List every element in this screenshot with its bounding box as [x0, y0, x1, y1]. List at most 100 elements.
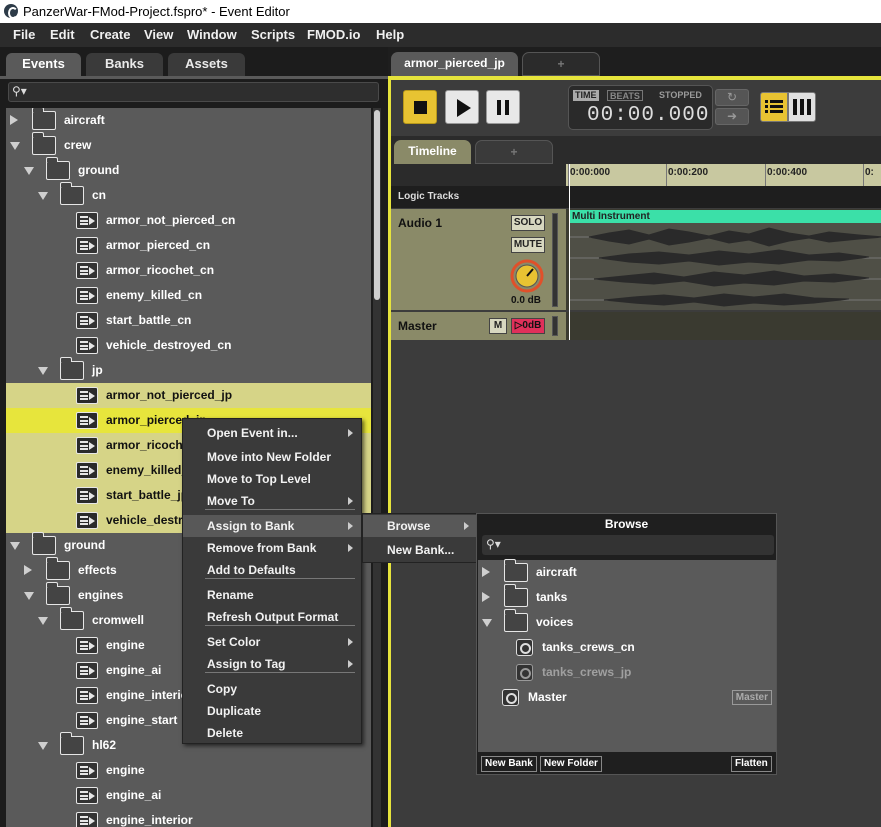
loop-button[interactable]: ↻	[715, 89, 749, 106]
play-button[interactable]	[445, 90, 479, 124]
tree-scrollbar[interactable]	[373, 108, 381, 827]
collapse-arrow-icon[interactable]	[38, 742, 48, 750]
menu-window[interactable]: Window	[187, 27, 237, 42]
context-menu-item[interactable]: Move into New Folder	[183, 446, 361, 468]
context-menu-item[interactable]: Add to Defaults	[183, 559, 361, 581]
collapse-arrow-icon[interactable]	[38, 617, 48, 625]
bank-item[interactable]: tanks_crews_jp	[478, 660, 776, 685]
tree-folder[interactable]: aircraft	[6, 108, 371, 133]
bank-list[interactable]: aircraft tanks voices tanks_crews_cn tanks_c…	[478, 559, 776, 752]
pause-button[interactable]	[486, 90, 520, 124]
tree-item-label: engine	[106, 638, 145, 652]
collapse-arrow-icon[interactable]	[10, 542, 20, 550]
tree-folder[interactable]: cn	[6, 182, 371, 208]
collapse-arrow-icon[interactable]	[24, 592, 34, 600]
menu-item-label: Rename	[207, 588, 254, 602]
audio-track-header[interactable]: Audio 1 SOLO MUTE 0.0 dB	[391, 209, 566, 310]
master-volume-chip[interactable]: ▷0dB	[511, 318, 545, 334]
expand-arrow-icon[interactable]	[10, 115, 18, 125]
timeline-ruler[interactable]: 0:00:000 0:00:200 0:00:400 0:	[566, 164, 881, 186]
tree-item-label: vehicle_destroyed_cn	[106, 338, 232, 352]
grid-view-icon[interactable]	[788, 92, 816, 122]
menu-edit[interactable]: Edit	[50, 27, 75, 42]
time-mode-chip[interactable]: TIME	[573, 90, 599, 101]
solo-button[interactable]: SOLO	[511, 215, 545, 231]
new-parameter-tab-button[interactable]: +	[475, 140, 553, 164]
context-menu-item[interactable]: Move to Top Level	[183, 468, 361, 490]
tree-event[interactable]: armor_not_pierced_jp	[6, 383, 371, 408]
volume-knob[interactable]	[509, 259, 545, 293]
master-mute-button[interactable]: M	[489, 318, 507, 334]
playhead[interactable]	[569, 164, 570, 340]
tab-banks[interactable]: Banks	[86, 53, 163, 76]
stop-button[interactable]	[403, 90, 437, 124]
new-event-tab-button[interactable]: +	[522, 52, 600, 76]
bank-folder[interactable]: voices	[478, 609, 776, 635]
tree-folder[interactable]: crew	[6, 132, 371, 158]
tree-event[interactable]: engine_ai	[6, 783, 371, 808]
tree-item-label: armor_pierced_cn	[106, 238, 211, 252]
bank-folder[interactable]: aircraft	[478, 559, 776, 585]
bank-search-input[interactable]: ⚲▾	[482, 535, 774, 555]
collapse-arrow-icon[interactable]	[24, 167, 34, 175]
tree-folder[interactable]: ground	[6, 157, 371, 183]
menu-scripts[interactable]: Scripts	[251, 27, 295, 42]
collapse-arrow-icon[interactable]	[38, 192, 48, 200]
expand-arrow-icon[interactable]	[482, 592, 490, 602]
beats-mode-chip[interactable]: BEATS	[607, 90, 643, 101]
collapse-arrow-icon[interactable]	[10, 142, 20, 150]
context-menu-item[interactable]: Open Event in...	[183, 422, 361, 444]
mute-button[interactable]: MUTE	[511, 237, 545, 253]
context-menu-item[interactable]: Refresh Output Format	[183, 606, 361, 628]
follow-button[interactable]: ➜	[715, 108, 749, 125]
tree-event[interactable]: armor_not_pierced_cn	[6, 208, 371, 233]
menu-help[interactable]: Help	[376, 27, 404, 42]
tree-event[interactable]: vehicle_destroyed_cn	[6, 333, 371, 358]
context-menu-item[interactable]: Assign to Bank	[183, 515, 361, 537]
tree-event[interactable]: engine_interior	[6, 808, 371, 827]
master-track-header[interactable]: Master M ▷0dB	[391, 312, 566, 340]
bank-item[interactable]: tanks_crews_cn	[478, 635, 776, 660]
context-menu-item[interactable]: Remove from Bank	[183, 537, 361, 559]
tab-events[interactable]: Events	[6, 53, 81, 76]
tab-assets[interactable]: Assets	[168, 53, 245, 76]
collapse-arrow-icon[interactable]	[482, 619, 492, 627]
master-track-lane[interactable]	[566, 312, 881, 340]
folder-icon	[32, 132, 56, 155]
new-folder-button[interactable]: New Folder	[540, 756, 602, 772]
tree-event[interactable]: armor_ricochet_cn	[6, 258, 371, 283]
scrollbar-thumb[interactable]	[374, 110, 380, 300]
list-view-icon[interactable]	[760, 92, 788, 122]
context-menu-item[interactable]: Move To	[183, 490, 361, 512]
collapse-arrow-icon[interactable]	[38, 367, 48, 375]
expand-arrow-icon[interactable]	[24, 565, 32, 575]
menu-file[interactable]: File	[13, 27, 35, 42]
menu-fmod-io[interactable]: FMOD.io	[307, 27, 360, 42]
tree-event[interactable]: start_battle_cn	[6, 308, 371, 333]
multi-instrument-region[interactable]: Multi Instrument	[569, 210, 881, 310]
submenu-item[interactable]: Browse	[363, 515, 477, 537]
folder-icon	[504, 584, 528, 607]
tab-timeline[interactable]: Timeline	[394, 140, 471, 164]
bank-item[interactable]: Master Master	[478, 685, 776, 710]
tree-event[interactable]: armor_pierced_cn	[6, 233, 371, 258]
menu-create[interactable]: Create	[90, 27, 130, 42]
search-input[interactable]: ⚲▾	[8, 82, 379, 102]
new-bank-button[interactable]: New Bank	[481, 756, 537, 772]
submenu-item[interactable]: New Bank...	[363, 539, 477, 561]
expand-arrow-icon[interactable]	[482, 567, 490, 577]
tree-event[interactable]: enemy_killed_cn	[6, 283, 371, 308]
context-menu-item[interactable]: Assign to Tag	[183, 653, 361, 675]
context-menu-item[interactable]: Copy	[183, 678, 361, 700]
menu-view[interactable]: View	[144, 27, 173, 42]
tree-item-label: engines	[78, 588, 124, 602]
context-menu-item[interactable]: Duplicate	[183, 700, 361, 722]
context-menu-item[interactable]: Delete	[183, 722, 361, 744]
tree-event[interactable]: engine	[6, 758, 371, 783]
bank-folder[interactable]: tanks	[478, 584, 776, 610]
tree-folder[interactable]: jp	[6, 357, 371, 383]
flatten-button[interactable]: Flatten	[731, 756, 772, 772]
context-menu-item[interactable]: Rename	[183, 584, 361, 606]
context-menu-item[interactable]: Set Color	[183, 631, 361, 653]
tab-event-armor-pierced-jp[interactable]: armor_pierced_jp	[391, 52, 518, 76]
